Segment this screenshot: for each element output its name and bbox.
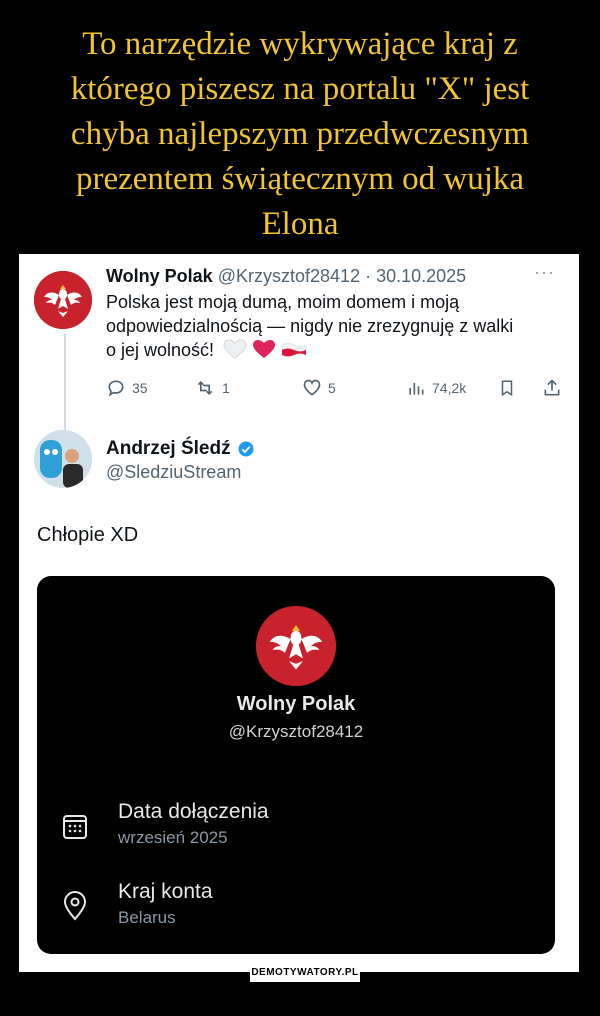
profile-avatar <box>256 606 336 686</box>
like-count: 5 <box>328 380 336 396</box>
reply-text: Chłopie XD <box>37 524 139 546</box>
eagle-emblem-icon <box>34 271 92 329</box>
reply-icon <box>108 380 124 397</box>
bookmark-button[interactable] <box>498 378 516 398</box>
profile-card-image: Wolny Polak @Krzysztof28412 Data dołącze… <box>37 576 555 954</box>
meme-title-line: Elona <box>261 206 339 242</box>
repost-button[interactable]: 1 <box>194 378 230 398</box>
verified-badge-icon <box>238 441 254 457</box>
share-button[interactable] <box>542 378 562 398</box>
tweet-header: Wolny Polak @Krzysztof28412 · 30.10.2025 <box>106 266 466 287</box>
tweet-actions: 35 1 5 74,2k <box>106 378 566 402</box>
join-date-label: Data dołączenia <box>118 800 269 823</box>
meme-title: To narzędzie wykrywające kraj z którego … <box>20 22 580 247</box>
repost-count: 1 <box>222 380 230 396</box>
author-name[interactable]: Wolny Polak <box>106 266 213 286</box>
heart-icon <box>303 379 321 396</box>
avatar[interactable] <box>34 271 92 329</box>
author-name-row: Andrzej Śledź <box>106 438 255 460</box>
thread-line <box>64 334 66 430</box>
repost-icon <box>197 380 213 396</box>
views-chart-icon <box>409 383 424 395</box>
meme-title-line: prezentem świątecznym od wujka <box>75 161 525 197</box>
profile-handle: @Krzysztof28412 <box>228 722 364 741</box>
account-country-value: Belarus <box>118 908 176 927</box>
tweet-date[interactable]: 30.10.2025 <box>376 266 466 286</box>
account-country-label: Kraj konta <box>118 880 213 903</box>
author-handle[interactable]: @SledziuStream <box>106 462 241 483</box>
avatar[interactable] <box>34 430 92 488</box>
eagle-emblem-icon <box>256 606 336 686</box>
like-button[interactable]: 5 <box>302 378 336 398</box>
join-date-value: wrzesień 2025 <box>118 828 228 847</box>
avatar-photo <box>34 430 92 488</box>
tweet-text-content: Polska jest moją dumą, moim domem i moją… <box>106 292 514 360</box>
red-heart-icon <box>253 340 276 358</box>
author-handle[interactable]: @Krzysztof28412 <box>218 266 360 286</box>
meme-title-line: To narzędzie wykrywające kraj z <box>82 26 518 62</box>
location-pin-icon <box>59 890 91 922</box>
more-options-icon[interactable]: ··· <box>534 262 555 283</box>
views-count: 74,2k <box>432 380 467 396</box>
calendar-icon <box>59 810 91 842</box>
reply-count: 35 <box>132 380 148 396</box>
date-separator: · <box>365 266 372 286</box>
profile-name: Wolny Polak <box>236 693 356 715</box>
bookmark-icon <box>501 380 513 397</box>
watermark: DEMOTYWATORY.PL <box>250 962 360 982</box>
tweet-text: Polska jest moją dumą, moim domem i moją… <box>106 290 526 365</box>
views-button[interactable]: 74,2k <box>406 378 466 398</box>
meme-title-line: chyba najlepszym przedwczesnym <box>70 116 530 152</box>
emoji-group <box>223 339 307 365</box>
reply-button[interactable]: 35 <box>106 378 148 398</box>
poland-flag-icon <box>281 343 307 357</box>
meme-title-line: którego piszesz na portalu "X" jest <box>70 71 530 107</box>
share-icon <box>544 379 560 396</box>
author-name[interactable]: Andrzej Śledź <box>106 438 231 460</box>
white-heart-icon <box>223 339 247 359</box>
screenshot-card: Wolny Polak @Krzysztof28412 · 30.10.2025… <box>19 254 579 972</box>
